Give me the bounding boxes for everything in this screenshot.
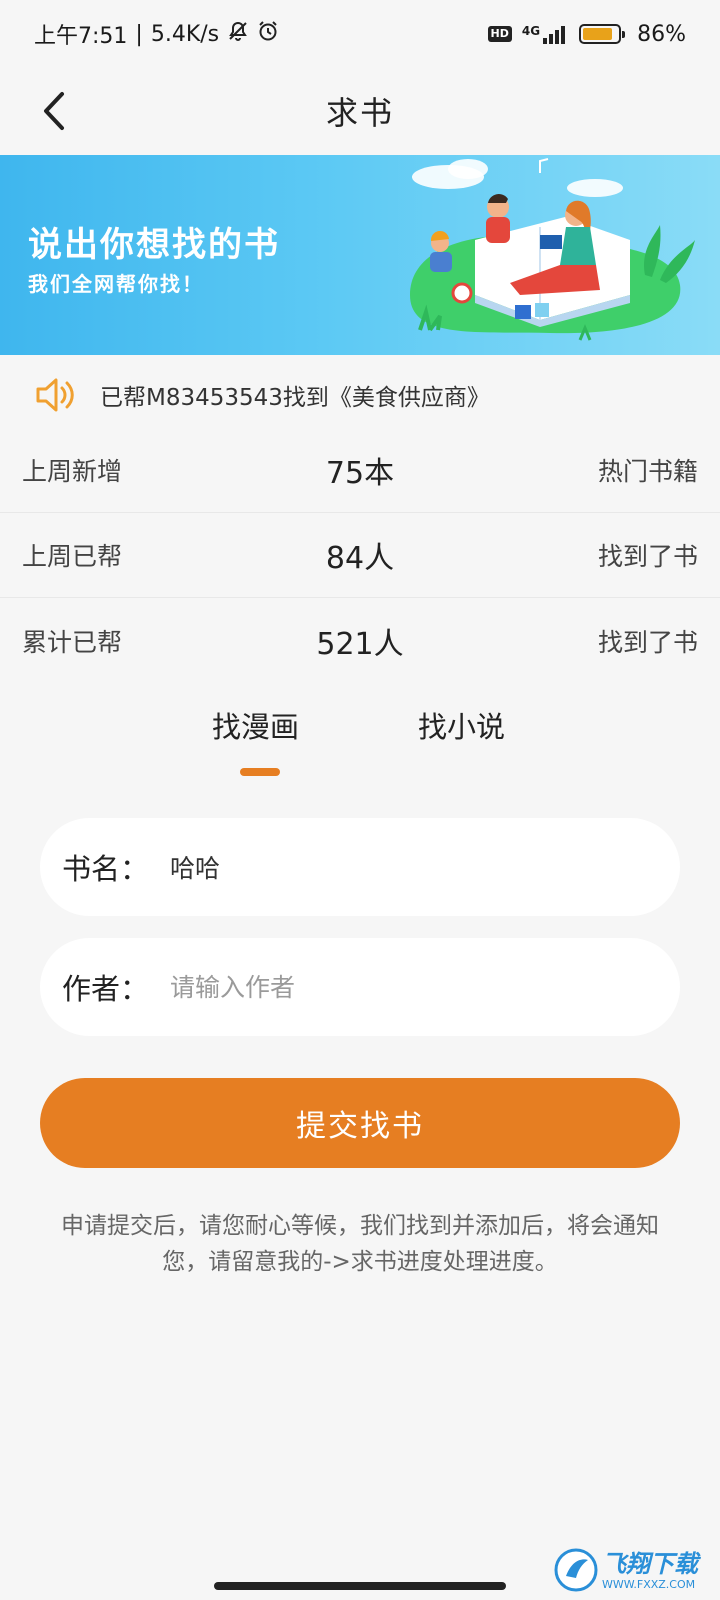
book-title-field: 书名： — [40, 818, 680, 916]
author-label: 作者： — [62, 972, 150, 1006]
stats-list: 上周新增 75本 热门书籍 上周已帮 84人 找到了书 累计已帮 521人 找到… — [0, 428, 720, 683]
network-speed: 5.4K/s — [150, 21, 220, 47]
fxxz-logo-icon — [554, 1548, 598, 1592]
battery-fill — [583, 28, 612, 40]
status-time: 上午7:51 — [34, 24, 128, 49]
status-bar: 上午7:51 | 5.4K/s HD 4G 86% — [0, 0, 720, 68]
banner-title: 说出你想找的书 — [28, 225, 280, 265]
alarm-icon — [257, 20, 279, 48]
submit-hint: 申请提交后，请您耐心等候，我们找到并添加后，将会通知您，请留意我的->求书进度处… — [61, 1213, 659, 1275]
watermark-logo: 飞翔下载 WWW.FXXZ.COM — [554, 1540, 720, 1600]
hd-badge: HD — [487, 26, 512, 42]
status-left: 上午7:51 | 5.4K/s — [34, 18, 279, 50]
book-title-label: 书名： — [62, 852, 150, 886]
category-tabs: 找漫画 找小说 — [0, 704, 720, 784]
reading-illustration — [410, 158, 695, 341]
submit-request-button[interactable]: 提交找书 — [40, 1078, 680, 1168]
tab-comic[interactable]: 找漫画 — [212, 704, 299, 746]
watermark-brand: 飞翔下载 — [602, 1549, 698, 1578]
author-field: 作者： — [40, 938, 680, 1036]
tab-novel[interactable]: 找小说 — [418, 704, 505, 746]
app-header: 求书 — [0, 68, 720, 154]
bell-muted-icon — [227, 20, 249, 48]
watermark-url: WWW.FXXZ.COM — [602, 1577, 696, 1591]
battery-icon — [579, 24, 626, 44]
signal-icon: 4G — [522, 24, 569, 44]
page-title: 求书 — [325, 94, 394, 132]
stat-caption: 热门书籍 — [597, 457, 698, 486]
stat-row-weekly-new: 上周新增 75本 热门书籍 — [0, 428, 720, 513]
tab-active-indicator — [240, 768, 280, 776]
speaker-icon — [36, 378, 74, 412]
home-indicator[interactable] — [214, 1582, 506, 1590]
battery-percent: 86% — [637, 21, 686, 47]
watermark-text: 飞翔下载 WWW.FXXZ.COM — [602, 1550, 698, 1591]
status-right: HD 4G 86% — [487, 21, 686, 47]
status-divider: | — [135, 21, 143, 47]
chevron-left-icon — [44, 92, 64, 130]
network-type: 4G — [521, 24, 541, 38]
stat-row-weekly-helped: 上周已帮 84人 找到了书 — [0, 513, 720, 598]
stat-row-total-helped: 累计已帮 521人 找到了书 — [0, 598, 720, 683]
stat-caption: 找到了书 — [597, 542, 698, 571]
found-notice: 已帮M83453543找到《美食供应商》 — [0, 362, 720, 428]
stat-caption: 找到了书 — [597, 627, 698, 657]
promo-banner[interactable]: 说出你想找的书 我们全网帮你找！ — [0, 155, 720, 355]
author-input[interactable] — [170, 972, 680, 1002]
notice-text: 已帮M83453543找到《美食供应商》 — [100, 385, 490, 411]
banner-subtitle: 我们全网帮你找！ — [28, 272, 204, 296]
book-title-input[interactable] — [170, 852, 680, 882]
back-button[interactable] — [34, 88, 74, 134]
